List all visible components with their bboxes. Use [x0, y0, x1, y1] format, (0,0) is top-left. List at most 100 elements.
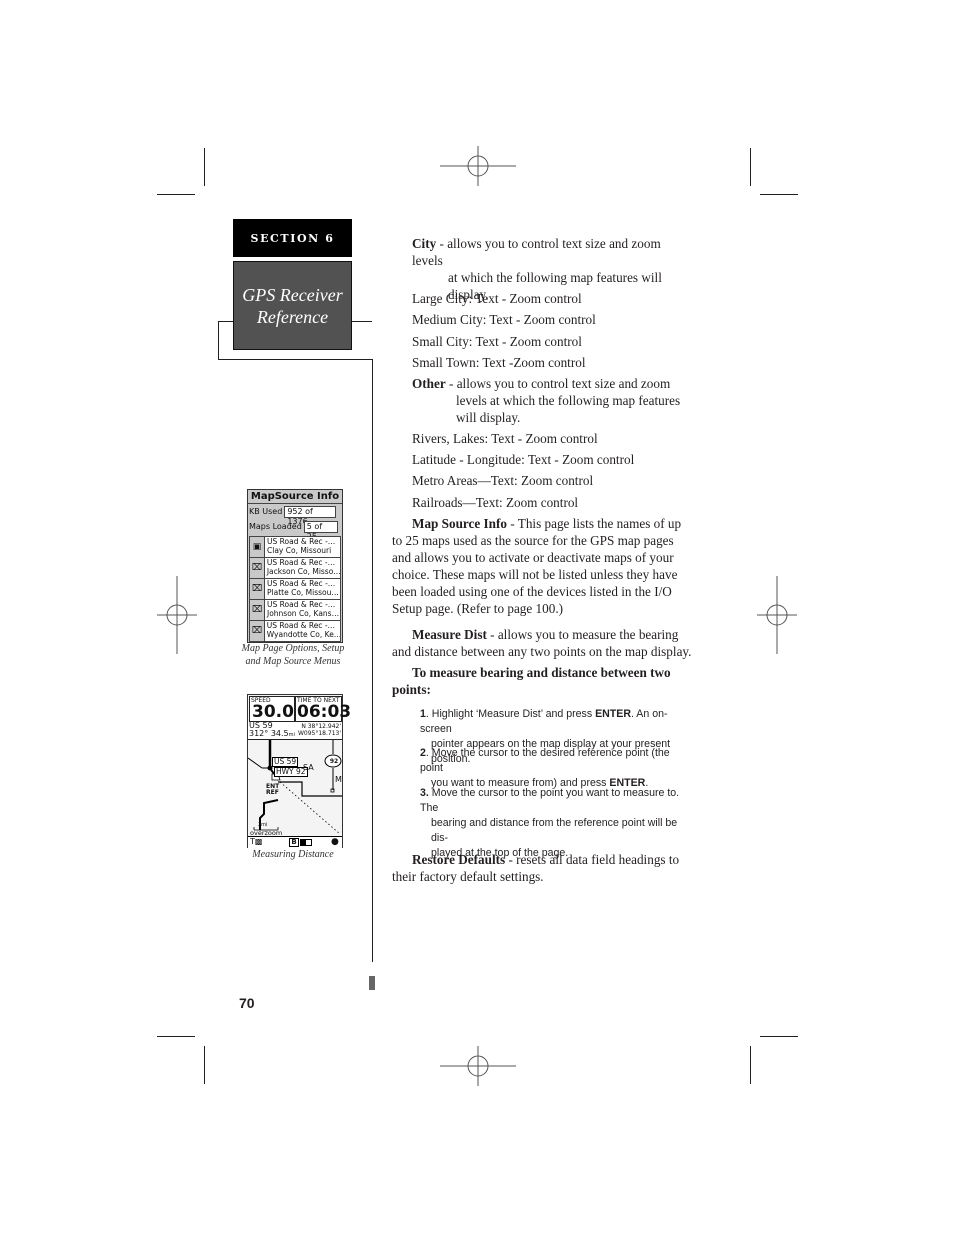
figure-caption: Measuring Distance — [252, 849, 334, 860]
key-name: ENTER — [595, 708, 631, 720]
section-title-box: GPS Receiver Reference — [233, 261, 352, 350]
paragraph-line: been loaded using one of the devices lis… — [392, 584, 672, 599]
item-name: Railroads — [412, 495, 463, 510]
divider-line — [218, 321, 219, 359]
crop-mark — [204, 1046, 205, 1084]
kb-used-label: KB Used — [249, 507, 283, 516]
maps-loaded-value: 5 of 25 — [303, 520, 338, 541]
registration-target-icon — [157, 576, 197, 654]
paragraph-line: and distance between any two points on t… — [392, 644, 692, 659]
divider-line — [218, 321, 233, 322]
step-number: 3. — [420, 787, 429, 799]
map-region: Johnson Co, Kans… — [267, 609, 340, 618]
other-desc: allows you to control text size and zoom — [456, 376, 671, 391]
map-name: US Road & Rec -… — [267, 537, 336, 546]
item-setting: : Text - Zoom control — [482, 312, 596, 327]
section-label: SECTION 6 — [250, 231, 335, 245]
map-region: Wyandotte Co, Ke… — [266, 630, 340, 639]
item-setting: : Text - Zoom control — [468, 334, 582, 349]
checkbox-checked-filled-icon[interactable]: ▣ — [250, 537, 265, 557]
backlight-icon: B — [289, 838, 299, 847]
term-other: Other — [412, 376, 446, 391]
paragraph-line: - allows you to measure the bearing — [486, 627, 679, 642]
item-name: Metro Areas — [412, 473, 478, 488]
section-title-line2: Reference — [256, 306, 329, 327]
map-region: Clay Co, Missouri — [267, 546, 332, 555]
restore-defaults-paragraph: Restore Defaults - resets all data field… — [392, 851, 692, 885]
map-list-item[interactable]: ⌧ US Road & Rec -… Johnson Co, Kans… — [250, 600, 340, 621]
map-list-item[interactable]: ▣ US Road & Rec -… Clay Co, Missouri — [250, 537, 340, 558]
crop-mark — [750, 1046, 751, 1084]
crop-mark — [760, 194, 798, 195]
checkbox-checked-icon[interactable]: ⌧ — [250, 579, 265, 599]
map-list-item[interactable]: ⌧ US Road & Rec -… Platte Co, Missou… — [250, 579, 340, 600]
item-setting: : Text - Zoom control — [521, 452, 635, 467]
step-text: Move the cursor to the point you want to… — [420, 787, 680, 814]
registration-target-icon — [757, 576, 797, 654]
crop-mark — [157, 194, 195, 195]
section-title-line1: GPS Receiver — [242, 284, 343, 305]
paragraph-line: Setup page. (Refer to page 100.) — [392, 601, 564, 616]
city-item: Large City: Text - Zoom control — [412, 290, 582, 307]
speed-field: SPEED 30.0 m h — [249, 696, 300, 722]
crop-mark — [204, 148, 205, 186]
ref-label: REF — [266, 789, 279, 796]
checkbox-checked-icon[interactable]: ⌧ — [250, 600, 265, 620]
scale-label: 2mi — [258, 822, 268, 828]
map-name: US Road & Rec -… — [266, 558, 336, 567]
step-3: 3. Move the cursor to the point you want… — [420, 786, 690, 861]
registration-target-icon — [440, 1046, 516, 1086]
item-name: Large City — [412, 291, 469, 306]
map-list-item[interactable]: ⌧ US Road & Rec -… Wyandotte Co, Ke… — [250, 621, 340, 641]
maps-loaded-row: Maps Loaded 5 of 25 — [248, 519, 342, 541]
road-line — [248, 757, 263, 769]
crop-mark — [760, 1036, 798, 1037]
signal-strength-icon: Т▩ — [250, 837, 263, 846]
kb-used-row: KB Used 952 of 1376 — [248, 504, 342, 526]
measure-dist-paragraph: Measure Dist - allows you to measure the… — [392, 626, 692, 660]
map-name: US Road & Rec -… — [267, 579, 336, 588]
maps-loaded-label: Maps Loaded — [249, 522, 302, 531]
other-desc: levels at which the following map featur… — [456, 393, 681, 408]
crop-mark — [157, 1036, 195, 1037]
map-region: Platte Co, Missou… — [267, 588, 339, 597]
paragraph-line: to 25 maps used as the source for the GP… — [392, 533, 674, 548]
checkbox-checked-icon[interactable]: ⌧ — [250, 558, 265, 578]
separator: - — [445, 376, 457, 391]
map-name: US Road & Rec -… — [267, 600, 336, 609]
shield-number: 92 — [329, 758, 339, 765]
city-item: Medium City: Text - Zoom control — [412, 311, 596, 328]
checkbox-checked-icon[interactable]: ⌧ — [250, 621, 265, 641]
road-label-us59: US 59 — [272, 757, 299, 767]
kb-used-value: 952 of 1376 — [284, 505, 337, 526]
term-measure-dist: Measure Dist — [412, 627, 487, 642]
item-name: Latitude - Longitude — [412, 452, 522, 467]
paragraph-line: their factory default settings. — [392, 869, 544, 884]
registration-target-icon — [440, 146, 516, 186]
time-to-next-field: TIME TO NEXT 06:03 — [295, 696, 351, 722]
paragraph-line: choice. These maps will not be listed un… — [392, 567, 678, 582]
measure-distance-screen: SPEED 30.0 m h TIME TO NEXT 06:03 US 59 … — [247, 694, 351, 848]
other-item: Metro Areas—Text: Zoom control — [412, 472, 593, 489]
column-rule — [372, 359, 373, 962]
map-name: US Road & Rec -… — [266, 621, 336, 630]
term-map-source-info: Map Source Info — [412, 516, 508, 531]
speed-value: 30.0 — [252, 702, 294, 722]
other-item: Latitude - Longitude: Text - Zoom contro… — [412, 451, 634, 468]
item-setting: —Text: Zoom control — [477, 473, 594, 488]
other-desc: will display. — [456, 410, 521, 425]
other-item: Railroads—Text: Zoom control — [412, 494, 578, 511]
divider-line — [218, 359, 373, 360]
distance-unit: mi — [288, 732, 295, 738]
item-setting: : Text -Zoom control — [475, 355, 586, 370]
battery-icon — [300, 839, 312, 846]
city-desc: at which the following map features will — [448, 270, 662, 285]
map-list-item[interactable]: ⌧ US Road & Rec -… Jackson Co, Misso… — [250, 558, 340, 579]
map-source-info-paragraph: Map Source Info - This page lists the na… — [392, 515, 692, 617]
page-number: 70 — [239, 995, 255, 1011]
map-label: SA — [303, 763, 314, 772]
satellite-icon: ● — [331, 837, 339, 847]
procedure-heading: To measure bearing and distance between … — [392, 664, 692, 698]
step-2: 2. Move the cursor to the desired refere… — [420, 746, 690, 791]
term-city: City — [412, 236, 437, 251]
